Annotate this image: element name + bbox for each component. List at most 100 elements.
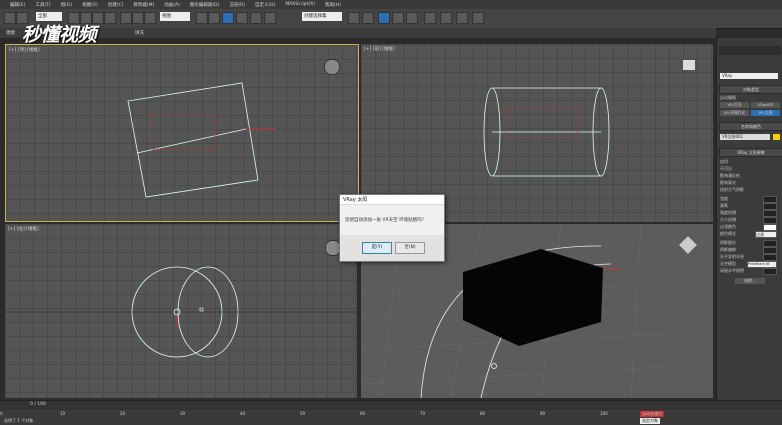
vr-ambient-light-button[interactable]: VR-环境灯光 bbox=[720, 110, 749, 116]
tick-80: 80 bbox=[480, 411, 486, 416]
vr-light-button[interactable]: VR-灯光 bbox=[720, 102, 749, 108]
param-spinner[interactable] bbox=[763, 210, 777, 217]
ribbon-tab-fill[interactable]: 填充 bbox=[135, 30, 144, 36]
param-spinner[interactable] bbox=[763, 247, 777, 254]
window-crossing-icon[interactable] bbox=[104, 12, 116, 24]
dialog-title: VRay 太阳 bbox=[340, 195, 444, 205]
menu-views[interactable]: 视图(V) bbox=[82, 2, 98, 8]
menu-graph-editors[interactable]: 图形编辑器(D) bbox=[190, 2, 219, 8]
param-label: 光子发射半径 bbox=[720, 254, 744, 259]
pivot-icon[interactable] bbox=[196, 12, 208, 24]
mirror-icon[interactable] bbox=[348, 12, 360, 24]
param-spinner[interactable] bbox=[763, 268, 777, 275]
menu-create[interactable]: 创建(C) bbox=[108, 2, 124, 8]
render-setup-icon[interactable] bbox=[440, 12, 452, 24]
object-color-swatch[interactable] bbox=[773, 134, 780, 140]
set-key-filter-dropdown[interactable]: 选定对象 bbox=[640, 418, 660, 424]
menu-rendering[interactable]: 渲染(R) bbox=[229, 2, 245, 8]
curve-editor-icon[interactable] bbox=[392, 12, 404, 24]
auto-key-button[interactable]: 自动关键点 bbox=[640, 411, 664, 417]
menu-maxscript[interactable]: MAXScript(X) bbox=[285, 2, 315, 7]
param-label: 颜色模式 bbox=[720, 231, 736, 236]
object-name-field[interactable]: VR太阳001 bbox=[720, 134, 770, 140]
param-spinner[interactable] bbox=[763, 217, 777, 224]
color-mode-dropdown[interactable]: 过滤 bbox=[755, 231, 777, 238]
param-row[interactable]: 不可见 bbox=[720, 166, 780, 172]
named-selection-set-dropdown[interactable]: 创建选择集 bbox=[302, 12, 342, 21]
vr-sun-button[interactable]: VR-太阳 bbox=[751, 110, 780, 116]
param-row: 强度倍增 bbox=[720, 210, 780, 217]
move-icon[interactable] bbox=[120, 12, 132, 24]
layer-explorer-icon[interactable] bbox=[378, 12, 390, 24]
param-label: 大小倍增 bbox=[720, 217, 736, 222]
menu-modifiers[interactable]: 修改器(M) bbox=[133, 2, 154, 8]
render-icon[interactable] bbox=[472, 12, 484, 24]
viewport-top-geometry bbox=[127, 82, 276, 198]
renderer-category-dropdown[interactable]: VRay bbox=[720, 73, 778, 79]
tick-60: 60 bbox=[360, 411, 366, 416]
align-icon[interactable] bbox=[362, 12, 374, 24]
name-color-header[interactable]: 名称和颜色 bbox=[719, 122, 782, 131]
main-toolbar: 全部 视图 创建选择集 bbox=[0, 9, 782, 29]
param-row: 大小倍增 bbox=[720, 217, 780, 224]
scale-icon[interactable] bbox=[144, 12, 156, 24]
menu-customize[interactable]: 自定义(U) bbox=[255, 2, 275, 8]
vrayies-button[interactable]: VRayIES bbox=[751, 102, 780, 108]
tick-10: 10 bbox=[60, 411, 66, 416]
param-row[interactable]: 影响漫反射 bbox=[720, 173, 780, 179]
rotate-icon[interactable] bbox=[132, 12, 144, 24]
ribbon-tab-modeling[interactable]: 建模 bbox=[6, 30, 15, 36]
param-row[interactable]: 影响高光 bbox=[720, 180, 780, 186]
param-spinner[interactable] bbox=[763, 203, 777, 210]
param-row: 浊度 bbox=[720, 196, 780, 203]
render-frame-icon[interactable] bbox=[456, 12, 468, 24]
param-spinner[interactable] bbox=[763, 196, 777, 203]
menu-edit[interactable]: 编辑(E) bbox=[10, 2, 25, 8]
schematic-view-icon[interactable] bbox=[406, 12, 418, 24]
vray-sun-params-header[interactable]: VRay 太阳参数 bbox=[719, 148, 782, 157]
menu-help[interactable]: 帮助(H) bbox=[325, 2, 341, 8]
viewport-top[interactable]: [+] [顶] [线框] bbox=[5, 44, 359, 222]
param-row: 颜色模式 过滤 bbox=[720, 231, 780, 238]
menu-animation[interactable]: 动画(A) bbox=[164, 2, 180, 8]
reference-coordinate-dropdown[interactable]: 视图 bbox=[160, 12, 190, 21]
no-button[interactable]: 否(N) bbox=[395, 242, 425, 254]
filter-color-swatch[interactable] bbox=[763, 224, 777, 231]
param-spinner[interactable] bbox=[763, 240, 777, 247]
param-row[interactable]: 投射大气阴影 bbox=[720, 187, 780, 193]
vray-sun-dialog: VRay 太阳 您想自动添加一张 VR天空 环境贴图吗？ 是(Y) 否(N) bbox=[339, 194, 445, 262]
exclude-button[interactable]: 排除... bbox=[735, 278, 765, 284]
view-cube-icon[interactable] bbox=[683, 60, 695, 70]
param-label: 臭氧 bbox=[720, 203, 728, 208]
yes-button[interactable]: 是(Y) bbox=[362, 242, 392, 254]
sky-model-dropdown[interactable]: Preetham et bbox=[747, 261, 777, 268]
tick-40: 40 bbox=[240, 411, 246, 416]
object-type-header[interactable]: 对象类型 bbox=[719, 85, 782, 94]
watermark-logo: 秒懂视频 bbox=[22, 24, 97, 46]
panel-tabs bbox=[719, 46, 781, 55]
auto-grid-checkbox[interactable]: 自动栅格 bbox=[720, 95, 780, 101]
percent-snap-icon[interactable] bbox=[250, 12, 262, 24]
snap-icon[interactable] bbox=[222, 12, 234, 24]
tick-70: 70 bbox=[420, 411, 426, 416]
menu-tools[interactable]: 工具(T) bbox=[35, 2, 50, 8]
manipulate-icon[interactable] bbox=[208, 12, 220, 24]
status-bar: 0 10 20 30 40 50 60 70 80 90 100 选择了 1 个… bbox=[0, 410, 782, 425]
menu-bar: 编辑(E) 工具(T) 组(G) 视图(V) 创建(C) 修改器(M) 动画(A… bbox=[0, 0, 782, 9]
param-label: 阴影细分 bbox=[720, 240, 736, 245]
menu-group[interactable]: 组(G) bbox=[61, 2, 73, 8]
param-spinner[interactable] bbox=[763, 254, 777, 261]
undo-icon[interactable] bbox=[4, 12, 16, 24]
param-row: 天空模型 Preetham et bbox=[720, 261, 780, 268]
tick-90: 90 bbox=[540, 411, 546, 416]
material-editor-icon[interactable] bbox=[424, 12, 436, 24]
angle-snap-icon[interactable] bbox=[236, 12, 248, 24]
tick-50: 50 bbox=[300, 411, 306, 416]
spinner-snap-icon[interactable] bbox=[264, 12, 276, 24]
viewport-left[interactable]: [+] [左] [线框] bbox=[5, 224, 357, 398]
view-cube-icon[interactable] bbox=[324, 59, 340, 75]
selection-status: 选择了 1 个对象 bbox=[4, 418, 34, 423]
param-label: 强度倍增 bbox=[720, 210, 736, 215]
param-row[interactable]: 启用 bbox=[720, 159, 780, 165]
param-row: 臭氧 bbox=[720, 203, 780, 210]
